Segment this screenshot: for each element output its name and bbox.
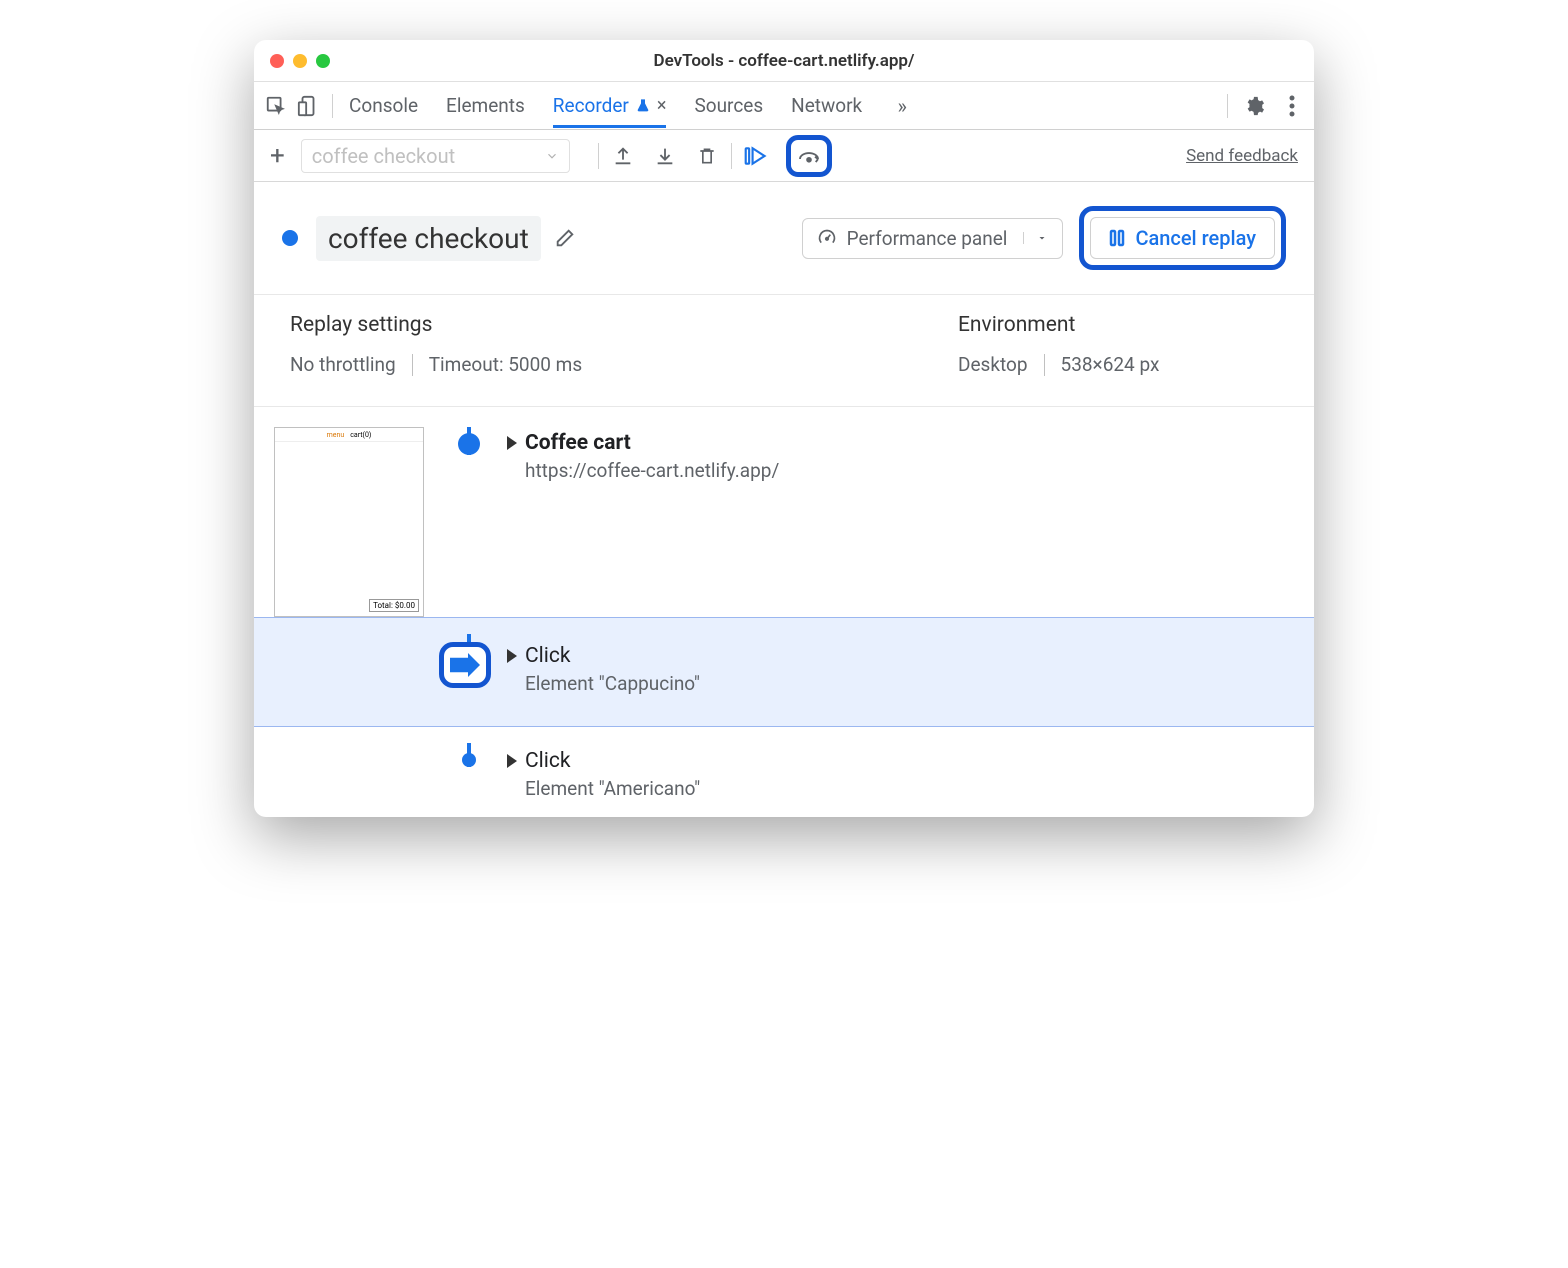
step-row[interactable]: Click Element "Americano" (274, 727, 1294, 817)
throttling-value[interactable]: No throttling (290, 353, 396, 376)
settings-section: Replay settings No throttling Timeout: 5… (254, 295, 1314, 407)
pause-icon (1109, 229, 1125, 247)
step-over-highlight (786, 135, 832, 177)
close-tab-icon[interactable]: × (657, 95, 667, 116)
step-over-icon[interactable] (797, 144, 821, 168)
tab-console[interactable]: Console (349, 84, 418, 127)
page-thumbnail: menucart(0) Total: $0.00 (274, 427, 424, 617)
delete-icon[interactable] (695, 144, 719, 168)
expand-caret-icon[interactable] (507, 436, 517, 450)
cancel-replay-button[interactable]: Cancel replay (1090, 217, 1275, 259)
device-toggle-icon[interactable] (296, 94, 320, 118)
replay-icon[interactable] (744, 144, 768, 168)
settings-gear-icon[interactable] (1242, 94, 1266, 118)
thumbnail-total: Total: $0.00 (369, 599, 419, 612)
window-title: DevTools - coffee-cart.netlify.app/ (254, 51, 1314, 71)
import-icon[interactable] (653, 144, 677, 168)
recorder-toolbar: + coffee checkout Send feedback (254, 130, 1314, 182)
tab-recorder-label: Recorder (553, 94, 629, 117)
step-subtitle: Element "Cappucino" (525, 672, 1294, 695)
more-tabs-icon[interactable]: » (890, 94, 914, 118)
device-value: Desktop (958, 353, 1028, 376)
step-subtitle: Element "Americano" (525, 777, 1294, 800)
step-subtitle: https://coffee-cart.netlify.app/ (525, 459, 1294, 482)
recording-status-indicator (282, 230, 298, 246)
close-window-button[interactable] (270, 54, 284, 68)
expand-caret-icon[interactable] (507, 754, 517, 768)
panel-tabbar: Console Elements Recorder × Sources Netw… (254, 82, 1314, 130)
edit-name-icon[interactable] (553, 226, 577, 250)
performance-panel-button[interactable]: Performance panel (802, 218, 1064, 259)
tab-network[interactable]: Network (791, 84, 862, 127)
kebab-menu-icon[interactable] (1280, 94, 1304, 118)
cancel-replay-label: Cancel replay (1135, 226, 1256, 250)
recording-dropdown-label: coffee checkout (312, 144, 455, 168)
step-title: Click (525, 749, 571, 773)
dimensions-value: 538×624 px (1061, 353, 1160, 376)
timeline-node-start (458, 433, 480, 455)
recording-header: coffee checkout Performance panel Cancel… (254, 182, 1314, 295)
recording-dropdown[interactable]: coffee checkout (301, 139, 570, 173)
devtools-window: DevTools - coffee-cart.netlify.app/ Cons… (254, 40, 1314, 817)
timeout-value[interactable]: Timeout: 5000 ms (429, 353, 582, 376)
performance-panel-label: Performance panel (847, 227, 1008, 250)
steps-list: menucart(0) Total: $0.00 Coffee cart htt… (254, 407, 1314, 817)
step-row-active[interactable]: Click Element "Cappucino" (254, 617, 1314, 727)
chevron-down-icon (545, 149, 559, 163)
tab-recorder[interactable]: Recorder × (553, 84, 667, 127)
inspect-icon[interactable] (264, 94, 288, 118)
expand-caret-icon[interactable] (507, 649, 517, 663)
timeline-node (462, 753, 476, 767)
titlebar: DevTools - coffee-cart.netlify.app/ (254, 40, 1314, 82)
step-title: Click (525, 644, 571, 668)
cancel-replay-highlight: Cancel replay (1079, 206, 1286, 270)
step-row[interactable]: menucart(0) Total: $0.00 Coffee cart htt… (274, 427, 1294, 617)
replay-settings-heading: Replay settings (290, 313, 958, 337)
current-step-highlight (447, 640, 491, 688)
gauge-icon (817, 228, 837, 248)
current-step-arrow-icon (450, 653, 480, 677)
chevron-down-icon (1023, 232, 1048, 244)
step-title: Coffee cart (525, 431, 631, 455)
flask-icon (635, 98, 651, 114)
recording-name: coffee checkout (316, 216, 541, 261)
send-feedback-link[interactable]: Send feedback (1186, 146, 1298, 166)
environment-heading: Environment (958, 313, 1278, 337)
tab-elements[interactable]: Elements (446, 84, 525, 127)
minimize-window-button[interactable] (293, 54, 307, 68)
maximize-window-button[interactable] (316, 54, 330, 68)
new-recording-button[interactable]: + (270, 141, 285, 171)
export-icon[interactable] (611, 144, 635, 168)
tab-sources[interactable]: Sources (694, 84, 763, 127)
window-controls (270, 54, 330, 68)
